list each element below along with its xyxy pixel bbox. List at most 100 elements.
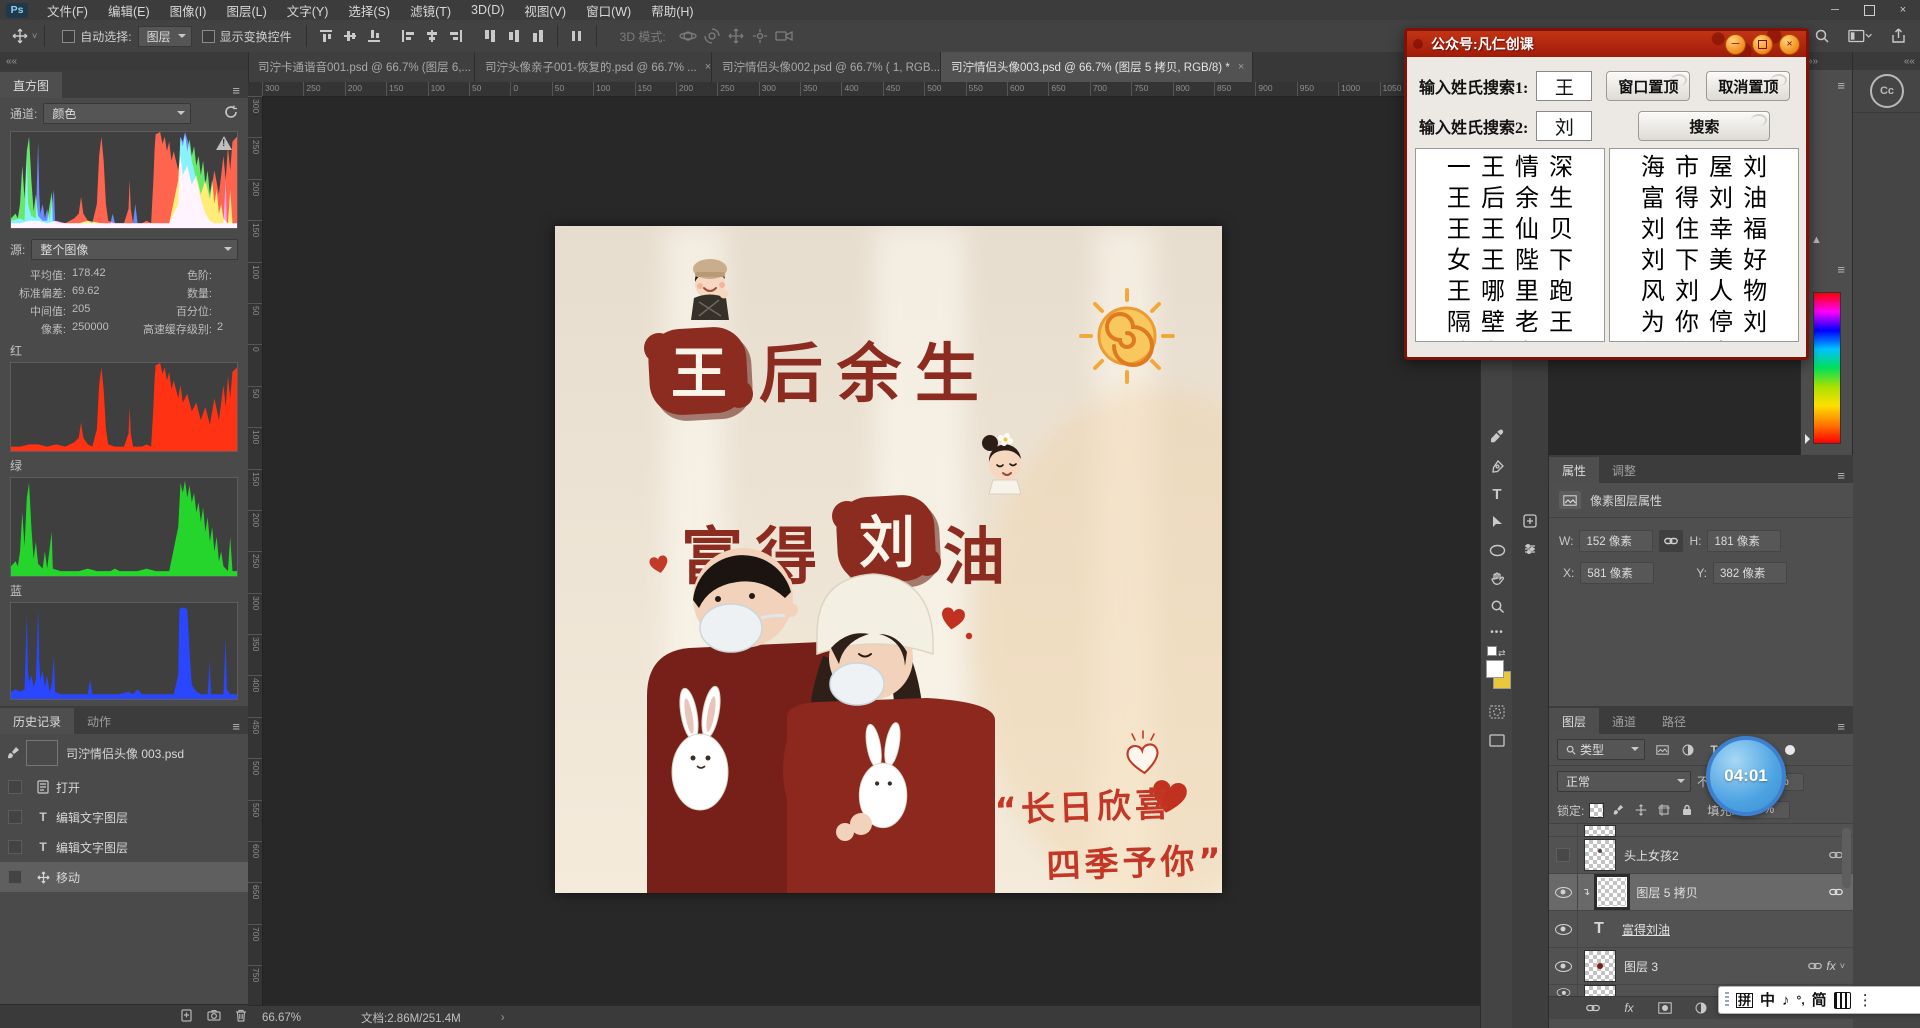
collapse-panels-icon[interactable]: «« (6, 56, 17, 67)
distribute-top-icon[interactable] (478, 24, 502, 48)
layer-name[interactable]: 图层 5 拷贝 (1636, 884, 1697, 901)
search-button[interactable]: 搜索 (1638, 111, 1770, 141)
align-left-icon[interactable] (396, 24, 420, 48)
layer-name[interactable]: 图层 3 (1624, 958, 1658, 975)
distribute-horizontal-icon[interactable] (565, 24, 589, 48)
history-entry-selected[interactable]: 移动 (0, 862, 248, 892)
menu-item[interactable]: 滤镜(T) (400, 0, 461, 20)
menu-item[interactable]: 帮助(H) (641, 0, 703, 20)
width-field[interactable]: 152 像素 (1579, 530, 1653, 552)
add-mask-icon[interactable] (1653, 999, 1677, 1017)
zoom-tool[interactable] (1485, 594, 1509, 618)
tab-paths[interactable]: 路径 (1649, 708, 1699, 734)
auto-select-dropdown[interactable]: 图层 (138, 26, 192, 47)
fx-expand-icon[interactable]: ˅ (1840, 961, 1845, 971)
layer-row[interactable]: 图层 3 fx ˅ (1549, 948, 1853, 985)
edit-toolbar-icon[interactable]: ••• (1485, 620, 1509, 644)
x-field[interactable]: 581 像素 (1580, 562, 1654, 584)
tab-properties[interactable]: 属性 (1549, 457, 1599, 483)
document-tab-active[interactable]: 司泞情侣头像003.psd @ 66.7% (图层 5 拷贝, RGB/8) *… (941, 52, 1253, 82)
plugin-result-row[interactable]: 胜者为王 (1416, 335, 1604, 342)
history-entry[interactable]: 打开 (0, 772, 248, 802)
search2-input[interactable]: 刘 (1536, 111, 1592, 141)
show-transform-checkbox[interactable] (202, 30, 215, 43)
layer-thumbnail[interactable] (1584, 839, 1616, 871)
ime-pinyin-icon[interactable]: 拼 (1736, 993, 1753, 1008)
ime-more-icon[interactable]: ⋮ (1858, 993, 1873, 1008)
canvas-artwork[interactable]: 王 后余生 富得 (555, 226, 1222, 893)
filter-adjustment-layers-icon[interactable] (1679, 742, 1697, 758)
filter-toggle[interactable] (1785, 745, 1795, 755)
delete-icon[interactable] (235, 1009, 247, 1025)
layer-name[interactable]: 头上女孩2 (1624, 847, 1679, 864)
layer-thumbnail[interactable] (1596, 876, 1628, 908)
layer-filter-dropdown[interactable]: 类型 (1557, 739, 1645, 760)
tab-history[interactable]: 历史记录 (0, 708, 74, 734)
swap-colors-icon[interactable]: ⇄ (1498, 648, 1506, 659)
lock-transparency-icon[interactable] (1589, 803, 1604, 818)
ime-skin-icon[interactable] (1834, 992, 1851, 1009)
panel-menu-icon[interactable]: ≡ (1837, 78, 1845, 93)
lock-position-icon[interactable] (1632, 802, 1650, 818)
plugin-result-row[interactable]: 王后余生 (1416, 180, 1604, 211)
foreground-color-swatch[interactable] (1486, 660, 1504, 678)
panel-collapse-icon[interactable]: ▲ (1811, 234, 1822, 246)
layer-row[interactable]: T 富得刘油 (1549, 911, 1853, 948)
plugin-close-button[interactable]: × (1779, 34, 1800, 55)
plugin-result-row[interactable]: 刘刘大顺 (1610, 335, 1798, 342)
menu-item[interactable]: 图像(I) (160, 0, 217, 20)
history-source-checkbox[interactable] (8, 780, 22, 794)
timer-overlay[interactable]: 04:01 (1706, 736, 1786, 816)
window-close-button[interactable]: × (1886, 0, 1920, 20)
history-source-checkbox[interactable] (8, 840, 22, 854)
ime-punctuation-icon[interactable]: °, (1797, 994, 1805, 1006)
new-adjustment-layer-icon[interactable] (1689, 999, 1713, 1017)
plugin-results-list-1[interactable]: 一王情深王后余生王王仙贝女王陛下王哪里跑隔壁老王胜者为王 (1415, 148, 1605, 342)
distribute-bottom-icon[interactable] (526, 24, 550, 48)
menu-item[interactable]: 图层(L) (216, 0, 276, 20)
align-bottom-icon[interactable] (362, 24, 386, 48)
plugin-results-list-2[interactable]: 海市屋刘富得刘油刘住幸福刘下美好风刘人物为你停刘刘刘大顺 (1609, 148, 1799, 342)
tab-histogram[interactable]: 直方图 (0, 72, 62, 98)
unpin-window-button[interactable]: 取消置顶 (1706, 71, 1790, 101)
distribute-vcenter-icon[interactable] (502, 24, 526, 48)
plugin-result-row[interactable]: 富得刘油 (1610, 180, 1798, 211)
link-dimensions-icon[interactable] (1659, 530, 1683, 552)
type-tool[interactable]: T (1485, 482, 1509, 506)
filter-pixel-layers-icon[interactable] (1653, 742, 1671, 758)
collapsed-panel-icon[interactable] (1519, 538, 1541, 560)
collapse-dock-icon[interactable]: «« (1904, 56, 1915, 67)
collapsed-panel-icon[interactable] (1519, 510, 1541, 532)
source-dropdown[interactable]: 整个图像 (31, 239, 238, 260)
blend-mode-dropdown[interactable]: 正常 (1557, 771, 1691, 792)
document-tab[interactable]: 司泞卡通谐音001.psd @ 66.7% (图层 6,... × (248, 52, 475, 82)
menu-item[interactable]: 窗口(W) (576, 0, 641, 20)
tab-layers[interactable]: 图层 (1549, 708, 1599, 734)
panel-menu-icon[interactable]: ≡ (1829, 468, 1853, 483)
menu-item[interactable]: 编辑(E) (98, 0, 160, 20)
plugin-result-row[interactable]: 为你停刘 (1610, 304, 1798, 335)
panel-menu-icon[interactable]: ≡ (224, 83, 248, 98)
layers-scrollbar[interactable] (1842, 828, 1851, 888)
window-minimize-button[interactable]: ─ (1818, 0, 1852, 20)
layer-thumbnail[interactable] (1584, 950, 1616, 982)
snapshot-name[interactable]: 司泞情侣头像 003.psd (66, 745, 184, 762)
tab-channels[interactable]: 通道 (1599, 708, 1649, 734)
tab-actions[interactable]: 动作 (74, 708, 124, 734)
tab-close-icon[interactable]: × (1238, 61, 1244, 73)
fx-icon[interactable]: fx (1826, 959, 1835, 973)
lock-artboard-icon[interactable] (1655, 802, 1673, 818)
plugin-result-row[interactable]: 女王陛下 (1416, 242, 1604, 273)
new-document-from-state-icon[interactable] (180, 1009, 193, 1025)
panel-menu-icon[interactable]: ≡ (1837, 262, 1845, 277)
spectrum-slider[interactable] (1805, 434, 1815, 444)
panel-menu-icon[interactable]: ≡ (224, 719, 248, 734)
document-tab[interactable]: 司泞情侣头像002.psd @ 66.7% ( 1, RGB... × (712, 52, 941, 82)
creative-cloud-panel[interactable]: Cc (1853, 70, 1920, 113)
document-tab[interactable]: 司泞头像亲子001-恢复的.psd @ 66.7% ... × (475, 52, 712, 82)
hand-tool[interactable] (1485, 566, 1509, 590)
visibility-toggle[interactable] (1549, 911, 1578, 947)
ime-shape-icon[interactable]: ♪ (1782, 993, 1790, 1008)
new-snapshot-icon[interactable] (207, 1010, 221, 1024)
history-snapshot-row[interactable]: 司泞情侣头像 003.psd (0, 734, 248, 772)
